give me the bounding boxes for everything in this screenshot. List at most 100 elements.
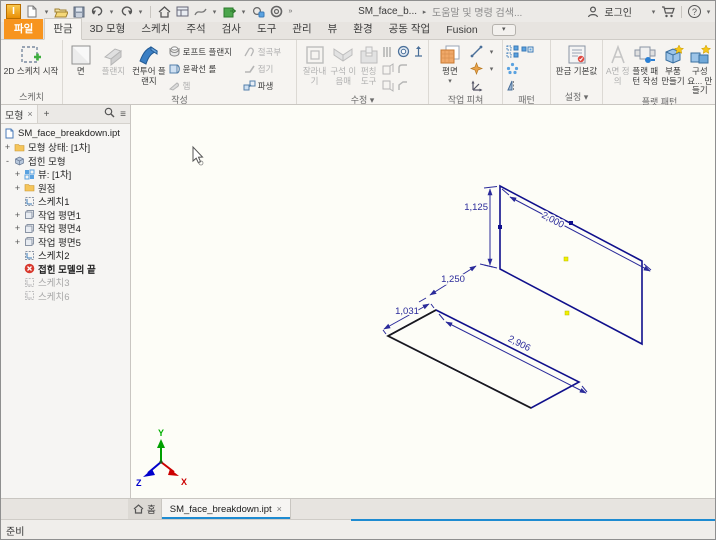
settings-menu-chevron-icon[interactable]: ▾	[584, 92, 589, 102]
tree-item-sketch3[interactable]: 스케치3	[11, 276, 130, 289]
rectangular-pattern-icon[interactable]	[505, 43, 520, 60]
collaborate-icon[interactable]	[251, 5, 265, 19]
sheet-metal-defaults-button[interactable]: 판금 기본값	[554, 42, 600, 77]
graphics-viewport[interactable]: 1,125 2,000 1,250 1,031 2,906 Y Z X	[131, 105, 715, 498]
tree-item-view[interactable]: + 뷰: [1차]	[11, 168, 130, 181]
tree-item-origin[interactable]: + 원점	[11, 181, 130, 195]
point-dropdown-icon[interactable]: ▾	[488, 65, 495, 73]
bend-button[interactable]: 절곡부	[243, 43, 294, 60]
browser-tab-close-icon[interactable]: ×	[27, 109, 32, 119]
undo-dropdown-icon[interactable]: ▾	[108, 8, 115, 16]
help-dropdown-icon[interactable]: ▾	[705, 8, 712, 16]
tab-manage[interactable]: 관리	[284, 19, 319, 39]
login-dropdown-icon[interactable]: ▾	[650, 8, 657, 16]
fold-button[interactable]: 접기	[243, 60, 294, 77]
thread-icon[interactable]	[396, 43, 411, 60]
grain-direction-icon[interactable]	[411, 43, 426, 60]
tab-fusion[interactable]: Fusion	[438, 22, 486, 39]
tab-collaborate[interactable]: 공동 작업	[381, 19, 439, 39]
tab-3d-model[interactable]: 3D 모형	[82, 19, 134, 39]
dim-label-gap[interactable]: 1,250	[440, 273, 467, 287]
help-search-input[interactable]: 도움말 및 명령 검색...	[432, 4, 522, 19]
plane-dropdown-icon[interactable]: ▾	[447, 77, 454, 85]
chamfer-icon[interactable]	[396, 77, 411, 94]
unfold-icon[interactable]	[381, 60, 396, 77]
tree-item-sketch6[interactable]: 스케치6	[11, 289, 130, 303]
home-tab[interactable]: 홈	[128, 499, 162, 519]
make-components-button[interactable]: 구성요... 만들기	[686, 42, 714, 96]
freeform-dropdown-icon[interactable]: ▾	[211, 8, 218, 16]
sketch-driven-pattern-icon[interactable]	[520, 43, 535, 60]
freeform-sketch-icon[interactable]	[193, 5, 207, 19]
new-file-dropdown-icon[interactable]: ▾	[43, 8, 50, 16]
create-flat-pattern-button[interactable]: 플랫 패턴 작성	[630, 42, 660, 86]
undo-icon[interactable]	[90, 5, 104, 19]
browser-add-tab-button[interactable]: +	[38, 109, 56, 120]
dim-label-upper-height[interactable]: 1,125	[463, 201, 490, 215]
login-button[interactable]: 로그인	[604, 4, 632, 19]
mirror-icon[interactable]	[505, 77, 520, 94]
store-cart-icon[interactable]	[661, 5, 675, 19]
ribbon-display-options-icon[interactable]: ▾	[491, 24, 516, 36]
cut-button[interactable]: 잘라내기	[299, 42, 330, 86]
redo-dropdown-icon[interactable]: ▾	[137, 8, 144, 16]
tab-sketch[interactable]: 스케치	[133, 19, 178, 39]
a-side-button[interactable]: A면 정의	[605, 42, 630, 86]
tab-tools[interactable]: 도구	[249, 19, 284, 39]
tree-item-sketch2[interactable]: 스케치2	[11, 249, 130, 262]
modify-menu-chevron-icon[interactable]: ▾	[370, 95, 375, 105]
circular-pattern-icon[interactable]	[505, 60, 520, 77]
ucs-icon[interactable]	[469, 77, 484, 94]
contour-flange-button[interactable]: 컨투어 플랜지	[130, 42, 168, 86]
group-label-sketch[interactable]: 스케치	[1, 91, 62, 104]
axis-dropdown-icon[interactable]: ▾	[488, 48, 495, 56]
refold-icon[interactable]	[381, 77, 396, 94]
browser-tab-model[interactable]: 모형 ×	[1, 105, 38, 123]
dim-label-upper-width[interactable]: 2,000	[538, 208, 567, 232]
group-label-settings[interactable]: 설정 ▾	[551, 91, 602, 104]
tree-item-workplane4[interactable]: + 작업 평면4	[11, 222, 130, 235]
axis-icon[interactable]	[469, 43, 484, 60]
tree-item-workplane1[interactable]: + 작업 평면1	[11, 208, 130, 222]
tree-item-workplane5[interactable]: + 작업 평면5	[11, 235, 130, 249]
tab-inspect[interactable]: 검사	[214, 19, 249, 39]
tree-item-document[interactable]: SM_face_breakdown.ipt	[1, 127, 130, 141]
open-file-icon[interactable]	[54, 5, 68, 19]
derive-button[interactable]: 파생	[243, 77, 294, 94]
tab-sheet-metal[interactable]: 판금	[44, 18, 82, 40]
punch-tool-button[interactable]: 펀칭 도구	[356, 42, 381, 86]
tab-view[interactable]: 뷰	[320, 19, 346, 39]
browser-menu-icon[interactable]: ≡	[120, 109, 126, 120]
document-tab-close-icon[interactable]: ×	[277, 504, 282, 514]
make-part-button[interactable]: 부품 만들기	[660, 42, 685, 86]
tree-item-end-of-folded-model[interactable]: 접힌 모델의 끝	[11, 262, 130, 276]
fillet-icon[interactable]	[396, 60, 411, 77]
tree-item-model-states[interactable]: + 모형 상태: [1차]	[1, 141, 130, 154]
browser-search-icon[interactable]	[104, 107, 115, 121]
hem-button[interactable]: 헴	[168, 77, 243, 94]
new-file-icon[interactable]	[25, 5, 39, 19]
access-wheel-icon[interactable]	[269, 5, 283, 19]
tree-item-folded-model[interactable]: - 접힌 모형	[1, 154, 130, 168]
dim-label-lower-depth[interactable]: 1,031	[394, 305, 421, 319]
tab-file[interactable]: 파일	[4, 19, 44, 39]
qat-more-icon[interactable]: »	[287, 8, 294, 15]
tab-annotate[interactable]: 주석	[178, 19, 213, 39]
contour-roll-button[interactable]: 윤곽선 롤	[168, 60, 243, 77]
export-dropdown-icon[interactable]: ▾	[240, 8, 247, 16]
tree-item-sketch1[interactable]: 스케치1	[11, 195, 130, 208]
flange-button[interactable]: 플랜지	[97, 42, 131, 77]
plane-button[interactable]: 평면 ▾	[431, 42, 469, 85]
view-layout-icon[interactable]	[175, 5, 189, 19]
point-icon[interactable]	[469, 60, 484, 77]
redo-icon[interactable]	[119, 5, 133, 19]
inventor-logo-icon[interactable]: I	[6, 4, 21, 19]
document-tab-active[interactable]: SM_face_breakdown.ipt ×	[161, 499, 291, 519]
export-icon[interactable]	[222, 5, 236, 19]
tab-environments[interactable]: 환경	[345, 19, 380, 39]
face-button[interactable]: 면	[65, 42, 97, 77]
start-2d-sketch-button[interactable]: 2D 스케치 시작	[3, 42, 59, 77]
home-icon[interactable]	[157, 5, 171, 19]
rip-icon[interactable]	[381, 43, 396, 60]
corner-seam-button[interactable]: 구석 이음매	[330, 42, 356, 86]
